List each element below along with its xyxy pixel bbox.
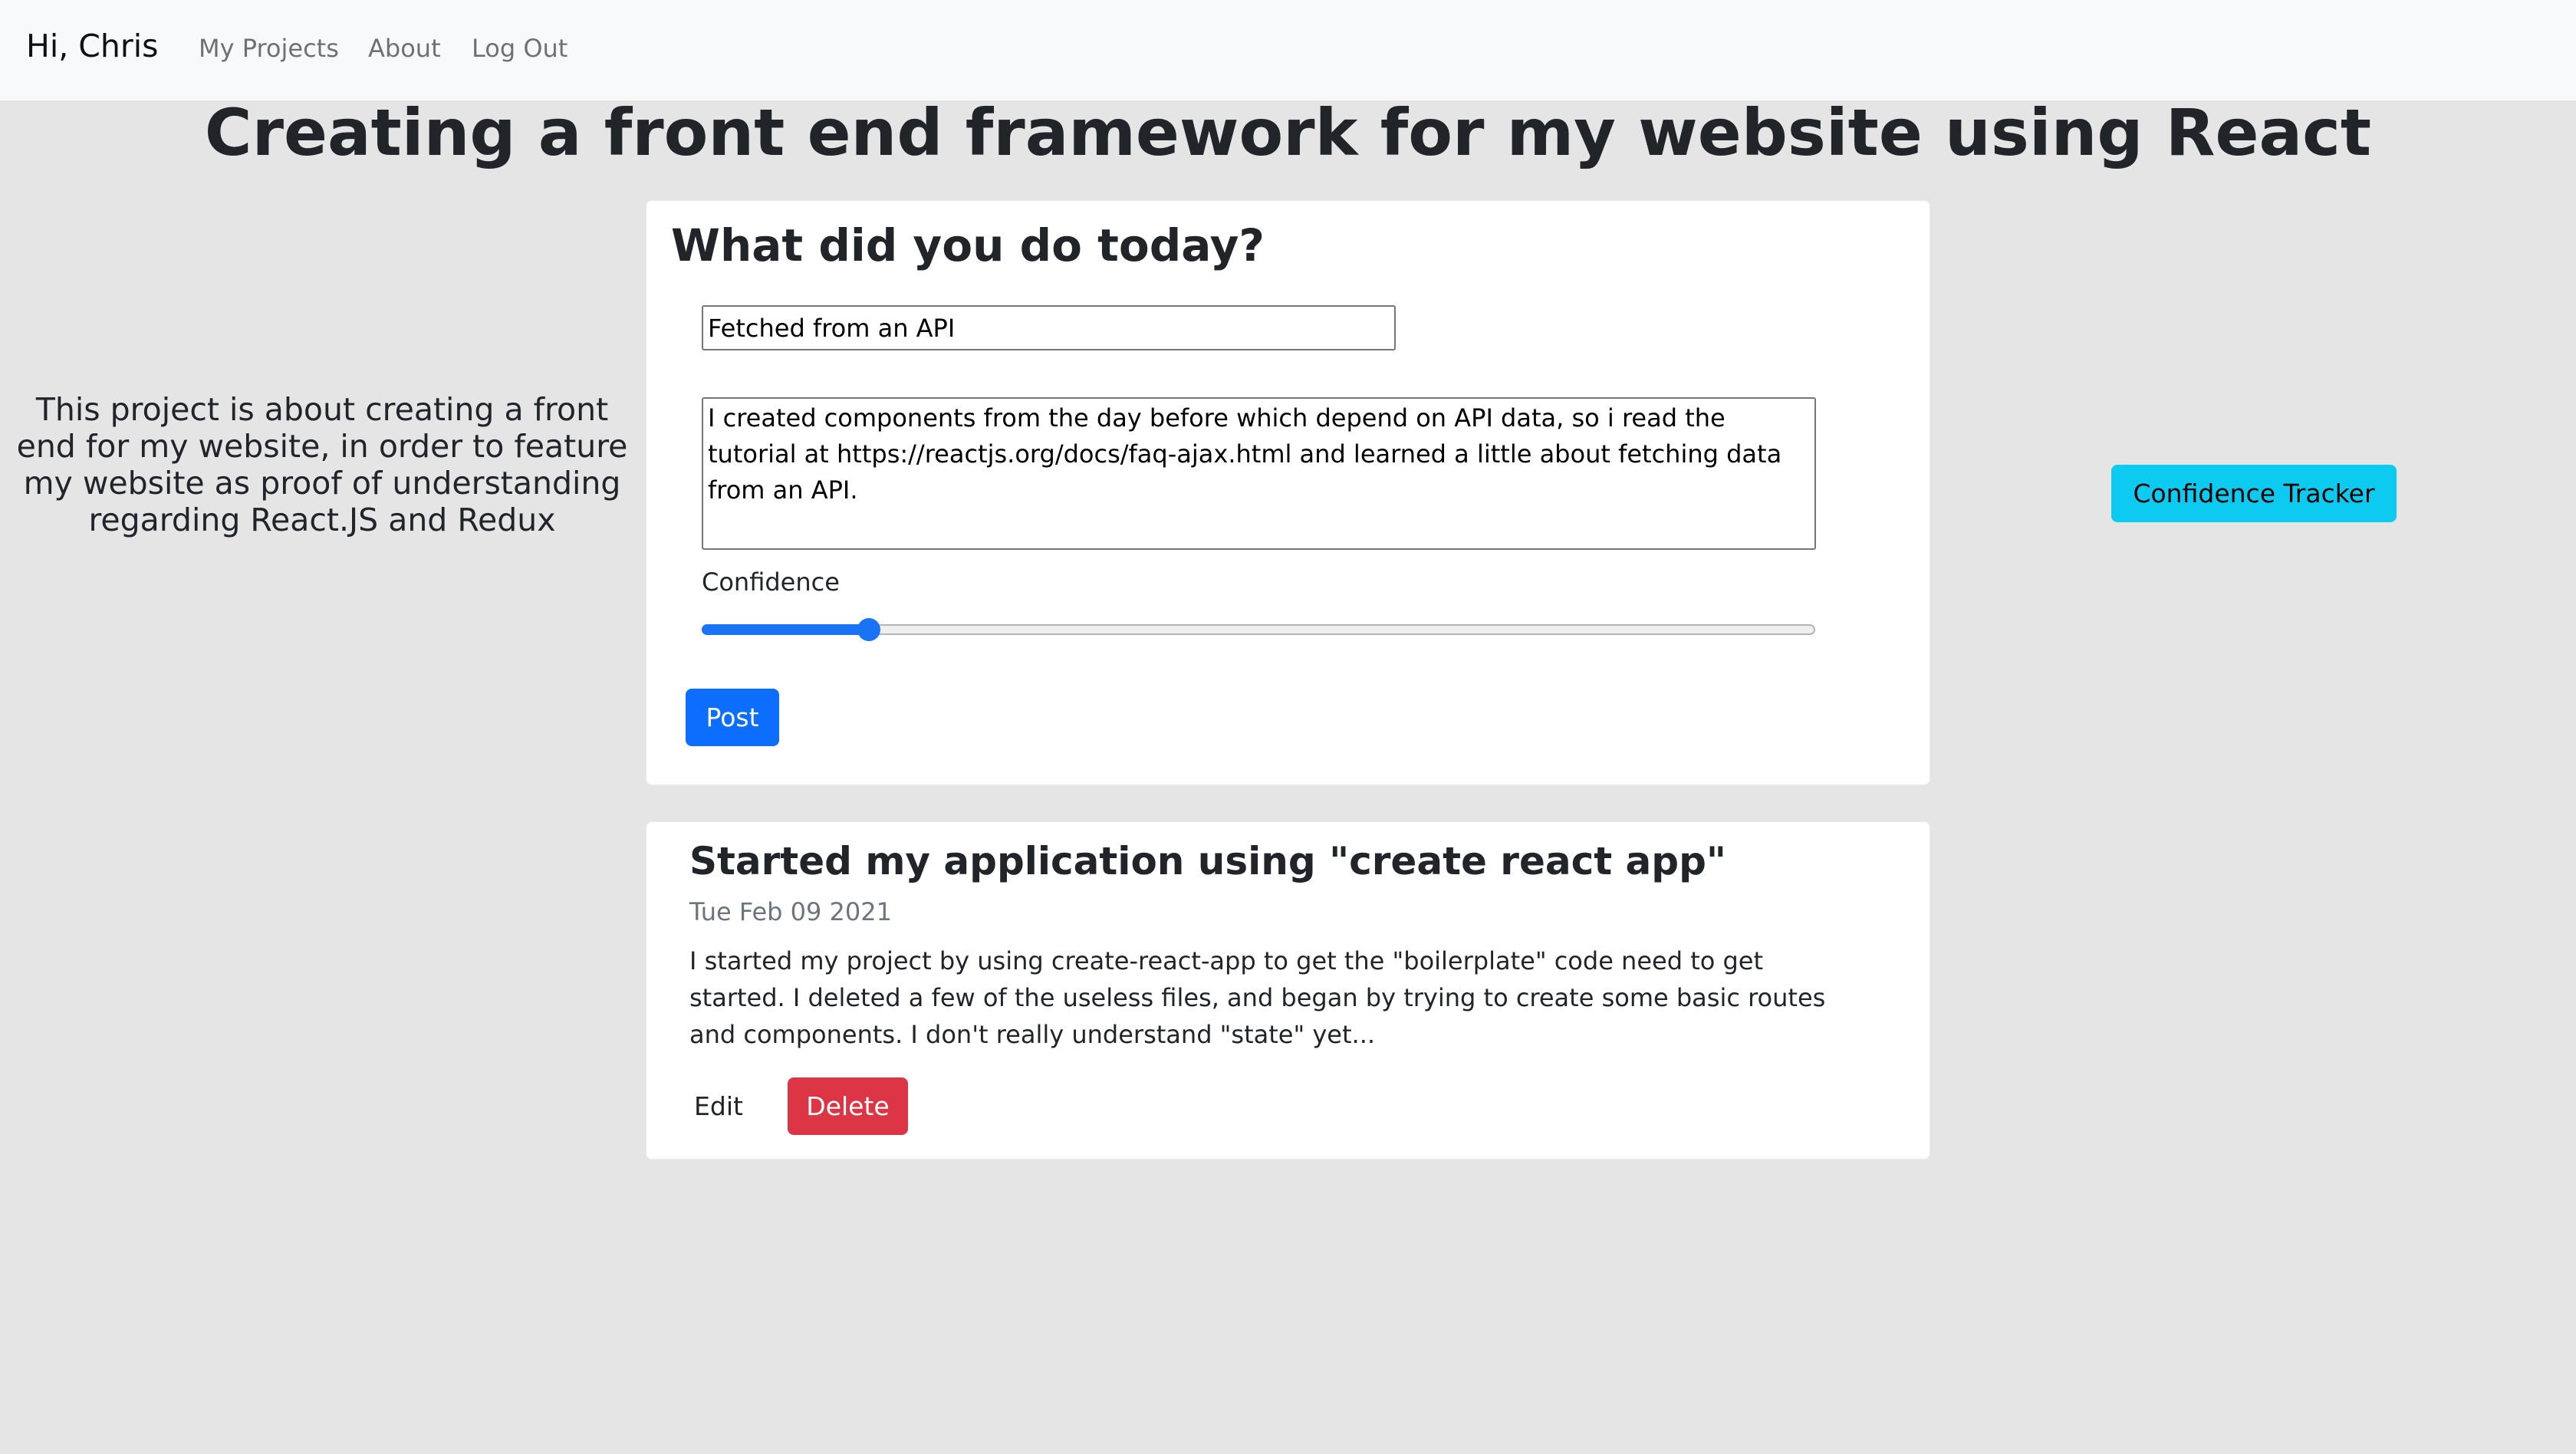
post-body: I started my project by using create-rea… — [689, 946, 1826, 1049]
navbar: Hi, Chris My Projects About Log Out — [0, 0, 2576, 100]
post-button[interactable]: Post — [686, 689, 779, 746]
entry-title-input[interactable] — [702, 305, 1396, 350]
entry-form-card: What did you do today? I created compone… — [646, 200, 1930, 785]
post-title: Started my application using "create rea… — [689, 839, 1726, 883]
delete-button[interactable]: Delete — [788, 1077, 908, 1135]
nav-my-projects[interactable]: My Projects — [199, 34, 339, 63]
project-description: This project is about creating a front e… — [16, 391, 628, 538]
nav-log-out[interactable]: Log Out — [472, 34, 568, 63]
post-date: Tue Feb 09 2021 — [689, 897, 892, 926]
post-card: Started my application using "create rea… — [646, 821, 1930, 1160]
slider-fill — [702, 624, 869, 635]
nav-about[interactable]: About — [368, 34, 441, 63]
edit-button[interactable]: Edit — [677, 1077, 760, 1135]
entry-body-textarea[interactable]: I created components from the day before… — [702, 397, 1816, 550]
form-heading: What did you do today? — [671, 219, 1265, 271]
greeting: Hi, Chris — [26, 28, 159, 64]
confidence-label: Confidence — [702, 567, 840, 597]
page-title: Creating a front end framework for my we… — [204, 95, 2372, 170]
slider-thumb[interactable] — [857, 618, 880, 641]
confidence-tracker-button[interactable]: Confidence Tracker — [2111, 465, 2397, 522]
confidence-slider[interactable] — [702, 618, 1815, 641]
